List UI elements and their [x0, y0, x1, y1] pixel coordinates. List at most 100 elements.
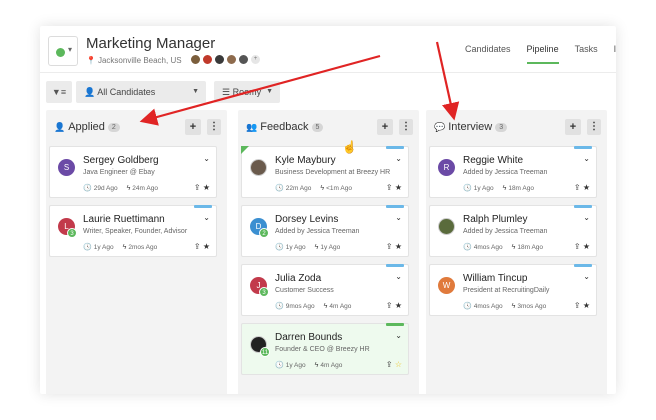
- candidate-meta: 🕓 1y Ago ϟ 18m Ago: [463, 184, 534, 192]
- candidate-avatar[interactable]: W: [438, 277, 455, 294]
- team-member-avatar[interactable]: [214, 54, 225, 65]
- candidate-name[interactable]: Julia Zoda: [275, 273, 321, 284]
- star-icon[interactable]: ★: [583, 301, 590, 310]
- hiring-team-avatars[interactable]: +: [190, 54, 261, 65]
- candidate-avatar[interactable]: D2: [250, 218, 269, 238]
- column-menu-button[interactable]: ⋮: [399, 119, 413, 135]
- activity-time: 18m Ago: [508, 185, 534, 192]
- chevron-down-icon[interactable]: ⌄: [583, 272, 590, 281]
- upload-icon[interactable]: ⇪: [386, 360, 395, 369]
- candidate-card[interactable]: W William Tincup President at RecruitingDa…: [429, 264, 597, 316]
- candidate-card[interactable]: L 3 Laurie Ruettimann Writer, Speaker, Foun…: [49, 205, 217, 257]
- candidate-card[interactable]: Kyle Maybury Business Development at Bree…: [241, 146, 409, 198]
- status-strip: [574, 264, 592, 267]
- chevron-down-icon[interactable]: ⌄: [395, 154, 402, 163]
- score-badge: 11: [260, 347, 270, 357]
- status-strip: [574, 205, 592, 208]
- candidate-avatar[interactable]: 11: [250, 336, 270, 357]
- status-strip: [574, 146, 592, 149]
- candidate-card[interactable]: J 3 Julia Zoda Customer Success 🕓 9mos Ago ϟ 4m…: [241, 264, 409, 316]
- column-menu-button[interactable]: ⋮: [587, 119, 601, 135]
- candidate-name[interactable]: Dorsey Levins: [275, 214, 338, 225]
- view-density-select[interactable]: ☰ Roomy ▼: [214, 81, 280, 103]
- star-icon[interactable]: ★: [203, 183, 210, 192]
- map-pin-icon: 📍: [86, 56, 96, 65]
- upload-icon[interactable]: ⇪: [194, 242, 203, 251]
- column-menu-button[interactable]: ⋮: [207, 119, 221, 135]
- tab-tasks[interactable]: Tasks: [575, 44, 598, 64]
- upload-icon[interactable]: ⇪: [386, 242, 395, 251]
- star-icon[interactable]: ★: [583, 242, 590, 251]
- clock-icon: 🕓: [463, 185, 472, 192]
- candidate-avatar[interactable]: S: [58, 159, 75, 176]
- status-dot-icon: [56, 48, 65, 57]
- star-icon[interactable]: ☆: [395, 360, 402, 369]
- candidate-name[interactable]: Sergey Goldberg: [83, 155, 159, 166]
- card-actions: ⇪ ★: [574, 183, 590, 192]
- candidate-avatar[interactable]: [250, 159, 267, 176]
- candidate-name[interactable]: Darren Bounds: [275, 332, 342, 343]
- chevron-down-icon[interactable]: ⌄: [203, 154, 210, 163]
- star-icon[interactable]: ★: [395, 301, 402, 310]
- upload-icon[interactable]: ⇪: [386, 301, 395, 310]
- activity-time: <1m Ago: [326, 185, 352, 192]
- team-member-avatar[interactable]: [238, 54, 249, 65]
- bolt-icon: ϟ: [511, 244, 516, 251]
- team-member-avatar[interactable]: [190, 54, 201, 65]
- filter-icon: ▼≡: [51, 87, 67, 97]
- applied-time: 1y Ago: [285, 362, 306, 369]
- column-count-badge: 3: [495, 122, 508, 132]
- candidate-avatar[interactable]: R: [438, 159, 455, 176]
- chevron-down-icon[interactable]: ⌄: [395, 331, 402, 340]
- upload-icon[interactable]: ⇪: [194, 183, 203, 192]
- clock-icon: 🕓: [83, 244, 92, 251]
- candidate-subtitle: Founder & CEO @ Breezy HR: [275, 346, 370, 353]
- chevron-down-icon[interactable]: ⌄: [583, 154, 590, 163]
- star-icon[interactable]: ★: [395, 183, 402, 192]
- candidate-card[interactable]: R Reggie White Added by Jessica Treeman 🕓 1y…: [429, 146, 597, 198]
- tab-candidates[interactable]: Candidates: [465, 44, 511, 64]
- candidate-avatar[interactable]: J3: [250, 277, 269, 297]
- candidate-name[interactable]: Ralph Plumley: [463, 214, 527, 225]
- star-icon[interactable]: ★: [203, 242, 210, 251]
- team-member-avatar[interactable]: [202, 54, 213, 65]
- chevron-down-icon[interactable]: ⌄: [395, 213, 402, 222]
- upload-icon[interactable]: ⇪: [574, 301, 583, 310]
- chevron-down-icon[interactable]: ⌄: [203, 213, 210, 222]
- candidate-card[interactable]: D 2 Dorsey Levins Added by Jessica Treeman 🕓…: [241, 205, 409, 257]
- star-icon[interactable]: ★: [395, 242, 402, 251]
- tab-inbox[interactable]: Inbox: [614, 44, 616, 64]
- candidate-name[interactable]: William Tincup: [463, 273, 527, 284]
- upload-icon[interactable]: ⇪: [574, 183, 583, 192]
- clock-icon: 🕓: [463, 303, 472, 310]
- card-actions: ⇪ ★: [386, 242, 402, 251]
- candidate-name[interactable]: Laurie Ruettimann: [83, 214, 165, 225]
- candidate-name[interactable]: Reggie White: [463, 155, 523, 166]
- applied-time: 1y Ago: [473, 185, 494, 192]
- upload-icon[interactable]: ⇪: [574, 242, 583, 251]
- column-title: 👥 Feedback 5: [246, 121, 324, 133]
- chevron-down-icon[interactable]: ⌄: [395, 272, 402, 281]
- filter-button[interactable]: ▼≡: [46, 81, 72, 103]
- candidate-card[interactable]: 11 Darren Bounds Founder & CEO @ Breezy HR…: [241, 323, 409, 375]
- applied-time: 29d Ago: [93, 185, 118, 192]
- clock-icon: 🕓: [463, 244, 472, 251]
- team-member-avatar[interactable]: [226, 54, 237, 65]
- upload-icon[interactable]: ⇪: [386, 183, 395, 192]
- candidate-card[interactable]: Ralph Plumley Added by Jessica Treeman 🕓 4m…: [429, 205, 597, 257]
- add-candidate-button[interactable]: +: [565, 119, 581, 135]
- star-icon[interactable]: ★: [583, 183, 590, 192]
- add-candidate-button[interactable]: +: [377, 119, 393, 135]
- tab-pipeline[interactable]: Pipeline: [526, 44, 559, 64]
- candidate-filter-select[interactable]: 👤 All Candidates ▼: [76, 81, 206, 103]
- add-candidate-button[interactable]: +: [185, 119, 201, 135]
- candidate-avatar[interactable]: L3: [58, 218, 77, 238]
- team-more-button[interactable]: +: [250, 54, 261, 65]
- avatar-initial: S: [63, 163, 70, 172]
- candidate-card[interactable]: S Sergey Goldberg Java Engineer @ Ebay 🕓 29d…: [49, 146, 217, 198]
- job-status-dropdown[interactable]: ▾: [48, 36, 78, 66]
- chevron-down-icon[interactable]: ⌄: [583, 213, 590, 222]
- candidate-avatar[interactable]: [438, 218, 455, 235]
- activity-time: 18m Ago: [517, 244, 544, 251]
- candidate-name[interactable]: Kyle Maybury: [275, 155, 336, 166]
